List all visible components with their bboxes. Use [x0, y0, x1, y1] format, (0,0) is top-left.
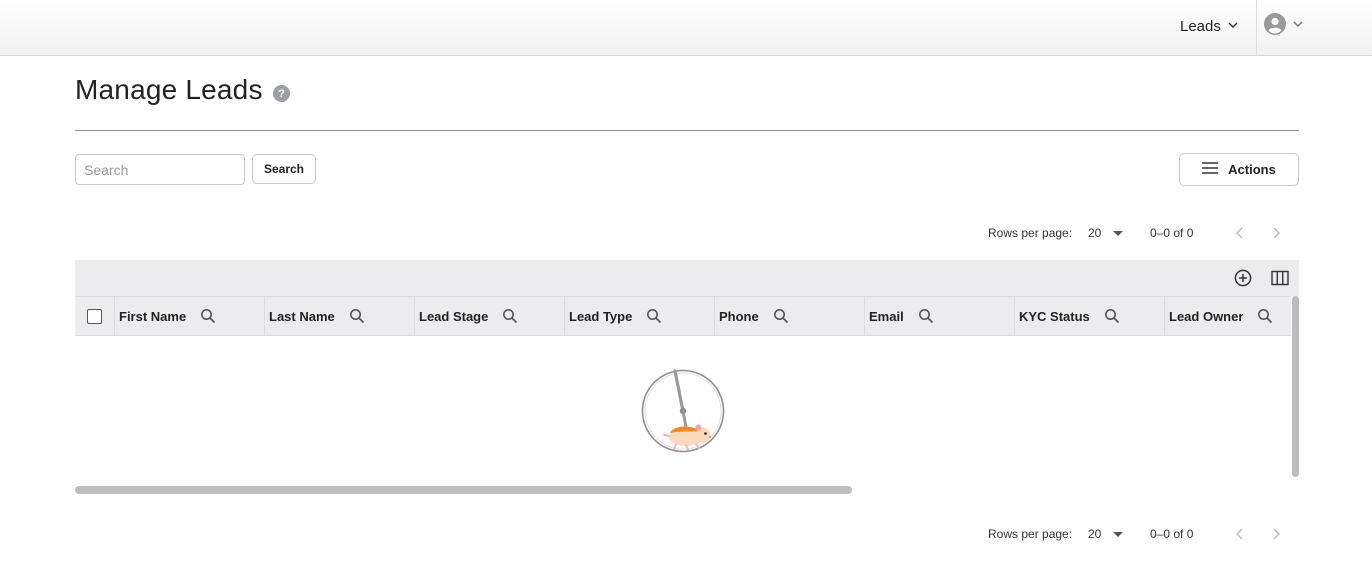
- page-title: Manage Leads: [75, 74, 263, 105]
- select-all-checkbox[interactable]: [87, 308, 102, 324]
- column-label: Lead Type: [569, 308, 633, 324]
- rows-per-page-value: 20: [1088, 226, 1102, 240]
- column-label: Phone: [719, 308, 759, 324]
- column-header-last-name[interactable]: Last Name: [264, 297, 414, 335]
- rows-per-page-value: 20: [1088, 527, 1102, 541]
- previous-page-button[interactable]: [1222, 227, 1258, 239]
- search-button[interactable]: Search: [252, 154, 316, 184]
- column-label: Last Name: [269, 308, 335, 324]
- pagination-top: Rows per page: 20 0–0 of 0: [988, 223, 1294, 243]
- rows-per-page-label: Rows per page:: [988, 226, 1073, 240]
- search-input[interactable]: [75, 154, 245, 185]
- column-label: KYC Status: [1019, 308, 1090, 324]
- caret-down-icon: [1113, 226, 1124, 240]
- column-header-lead-type[interactable]: Lead Type: [564, 297, 714, 335]
- search-icon[interactable]: [502, 308, 518, 324]
- table-toolbar: [75, 260, 1299, 296]
- column-header-email[interactable]: Email: [864, 297, 1014, 335]
- vertical-scrollbar[interactable]: [1292, 296, 1299, 477]
- caret-down-icon: [1113, 527, 1124, 541]
- next-page-button[interactable]: [1258, 227, 1294, 239]
- chevron-down-icon: [1292, 17, 1304, 35]
- select-all-cell: [75, 297, 114, 335]
- search-icon[interactable]: [349, 308, 365, 324]
- column-header-phone[interactable]: Phone: [714, 297, 864, 335]
- actions-button[interactable]: Actions: [1179, 153, 1299, 186]
- column-label: Email: [869, 308, 904, 324]
- pagination-bottom: Rows per page: 20 0–0 of 0: [988, 524, 1294, 544]
- table-header-row: First Name Last Name Lead Stage Lead Typ…: [75, 296, 1291, 336]
- horizontal-scrollbar[interactable]: [75, 486, 852, 494]
- rows-per-page-label: Rows per page:: [988, 527, 1073, 541]
- search-icon[interactable]: [646, 308, 662, 324]
- leads-nav-menu[interactable]: Leads: [1180, 0, 1239, 52]
- search-icon[interactable]: [200, 308, 216, 324]
- column-header-lead-owner[interactable]: Lead Owner: [1164, 297, 1291, 335]
- user-avatar-icon: [1264, 12, 1286, 40]
- column-header-first-name[interactable]: First Name: [114, 297, 264, 335]
- view-columns-icon[interactable]: [1270, 268, 1290, 288]
- leads-nav-label: Leads: [1180, 17, 1221, 35]
- add-circle-icon[interactable]: [1233, 268, 1253, 288]
- column-header-lead-stage[interactable]: Lead Stage: [414, 297, 564, 335]
- rows-per-page-select[interactable]: 20: [1088, 527, 1150, 541]
- help-icon[interactable]: ?: [273, 85, 290, 102]
- user-menu[interactable]: [1264, 12, 1304, 40]
- search-icon[interactable]: [773, 308, 789, 324]
- loading-hamster-wheel-icon: [641, 369, 725, 453]
- next-page-button[interactable]: [1258, 528, 1294, 540]
- pagination-range: 0–0 of 0: [1150, 527, 1194, 541]
- search-icon[interactable]: [918, 308, 934, 324]
- menu-icon: [1202, 162, 1219, 177]
- search-icon[interactable]: [1104, 308, 1120, 324]
- column-label: Lead Stage: [419, 308, 489, 324]
- column-label: Lead Owner: [1169, 308, 1244, 324]
- title-divider: [75, 130, 1299, 131]
- column-header-kyc-status[interactable]: KYC Status: [1014, 297, 1164, 335]
- search-icon[interactable]: [1257, 308, 1273, 324]
- pagination-range: 0–0 of 0: [1150, 226, 1194, 240]
- nav-divider: [1256, 0, 1257, 55]
- actions-label: Actions: [1228, 162, 1276, 177]
- rows-per-page-select[interactable]: 20: [1088, 226, 1150, 240]
- top-nav-bar: Leads: [0, 0, 1372, 56]
- previous-page-button[interactable]: [1222, 528, 1258, 540]
- column-label: First Name: [119, 308, 187, 324]
- chevron-down-icon: [1227, 18, 1239, 35]
